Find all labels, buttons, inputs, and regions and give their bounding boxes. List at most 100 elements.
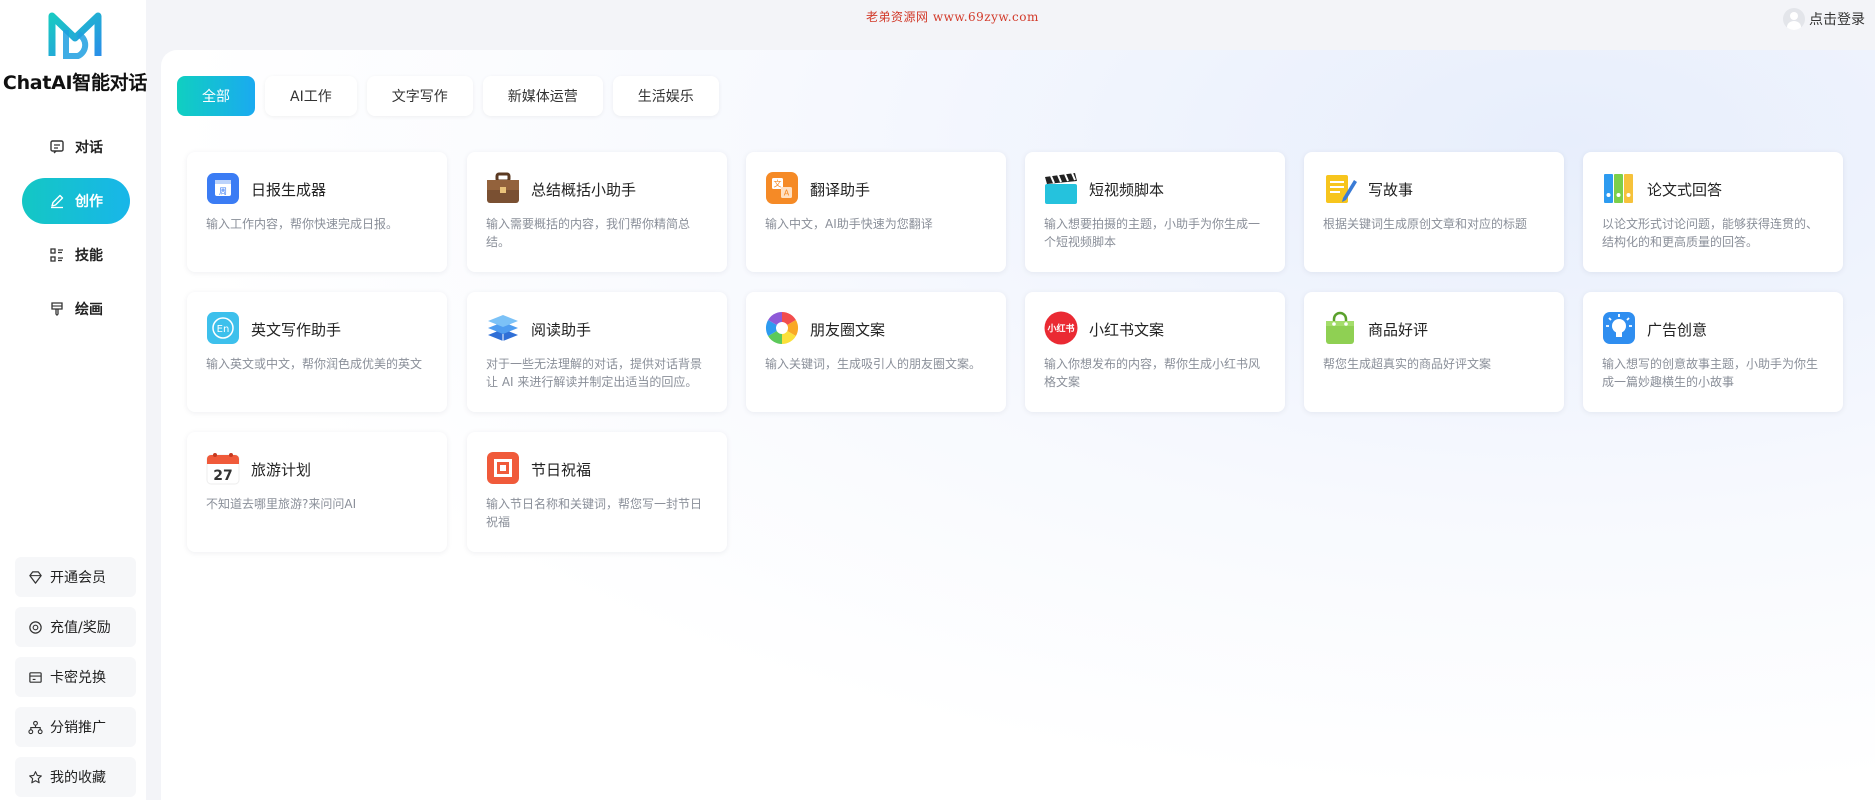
card-icon xyxy=(29,671,42,683)
chat-icon xyxy=(50,140,64,154)
redeem-card-label: 卡密兑换 xyxy=(50,670,106,686)
favorites-label: 我的收藏 xyxy=(50,770,106,786)
distribution-label: 分销推广 xyxy=(50,720,106,736)
login-button[interactable]: 点击登录 xyxy=(1783,8,1865,30)
nav-item-paint[interactable]: 绘画 xyxy=(22,286,130,332)
card-desc: 帮您生成超真实的商品好评文案 xyxy=(1323,357,1492,371)
lightbulb-icon xyxy=(1603,312,1635,344)
card-title: 短视频脚本 xyxy=(1089,181,1165,199)
notepad-pen-icon xyxy=(1326,175,1357,203)
card-short-video[interactable]: 短视频脚本 输入想要拍摄的主题，小助手为你生成一个短视频脚本 xyxy=(1025,152,1285,272)
shopping-bag-icon xyxy=(1326,311,1354,344)
redeem-card-button[interactable]: 卡密兑换 xyxy=(15,657,136,697)
calendar-icon: 27 xyxy=(206,453,240,485)
card-title: 日报生成器 xyxy=(251,181,327,199)
card-product-review[interactable]: 商品好评 帮您生成超真实的商品好评文案 xyxy=(1304,292,1564,412)
card-desc: 根据关键词生成原创文章和对应的标题 xyxy=(1323,217,1528,231)
watermark: 老弟资源网 www.69zyw.com xyxy=(866,10,1039,24)
svg-text:文: 文 xyxy=(774,179,782,189)
tab-new-media[interactable]: 新媒体运营 xyxy=(482,76,603,116)
card-desc: 输入关键词，生成吸引人的朋友圈文案。 xyxy=(765,357,982,371)
nav-item-skills[interactable]: 技能 xyxy=(22,232,130,278)
xiaohongshu-icon: 小红书 xyxy=(1044,311,1078,345)
card-desc: 输入需要概括的内容，我们帮你精简总结。 xyxy=(486,217,691,249)
card-title: 总结概括小助手 xyxy=(531,181,637,199)
card-desc: 输入英文或中文，帮你润色成优美的英文 xyxy=(206,357,423,371)
card-desc: 输入工作内容，帮你快速完成日报。 xyxy=(206,217,399,231)
card-ad-creative[interactable]: 广告创意 输入想写的创意故事主题，小助手为你生成一篇妙趣横生的小故事 xyxy=(1583,292,1843,412)
svg-text:27: 27 xyxy=(213,468,232,484)
translate-icon: 文A xyxy=(766,172,798,204)
tab-writing[interactable]: 文字写作 xyxy=(366,76,473,116)
card-title: 节日祝福 xyxy=(531,461,592,479)
nav-item-label: 绘画 xyxy=(75,302,103,318)
paint-brush-icon xyxy=(51,302,63,316)
card-travel-plan[interactable]: 27 旅游计划 不知道去哪里旅游?来问问AI xyxy=(187,432,447,552)
avatar-icon xyxy=(1783,8,1805,30)
card-title: 商品好评 xyxy=(1368,321,1429,339)
card-title: 广告创意 xyxy=(1647,321,1708,339)
briefcase-icon xyxy=(487,172,519,203)
svg-text:A: A xyxy=(784,189,790,198)
sidebar: ChatAI智能对话 对话 创作 技能 绘画 开通会员 充值/奖励 卡密兑换 分… xyxy=(0,0,147,800)
favorites-button[interactable]: 我的收藏 xyxy=(15,757,136,797)
card-xiaohongshu[interactable]: 小红书 小红书文案 输入你想发布的内容，帮你生成小红书风格文案 xyxy=(1025,292,1285,412)
network-icon xyxy=(28,720,43,734)
svg-text:En: En xyxy=(217,324,230,335)
card-title: 阅读助手 xyxy=(531,321,592,339)
card-holiday-greeting[interactable]: 节日祝福 输入节日名称和关键词，帮您写一封节日祝福 xyxy=(467,432,727,552)
card-moments[interactable]: 朋友圈文案 输入关键词，生成吸引人的朋友圈文案。 xyxy=(746,292,1006,412)
coin-icon xyxy=(29,620,42,634)
card-title: 论文式回答 xyxy=(1647,181,1723,199)
app-title: ChatAI智能对话 xyxy=(2,72,148,94)
edit-icon xyxy=(51,194,64,209)
nav-item-label: 技能 xyxy=(75,248,103,264)
card-translate[interactable]: 文A 翻译助手 输入中文，AI助手快速为您翻译 xyxy=(746,152,1006,272)
card-desc: 输入你想发布的内容，帮你生成小红书风格文案 xyxy=(1044,357,1261,389)
distribution-button[interactable]: 分销推广 xyxy=(15,707,136,747)
tab-lifestyle[interactable]: 生活娱乐 xyxy=(612,76,719,116)
card-desc: 输入节日名称和关键词，帮您写一封节日祝福 xyxy=(486,497,703,529)
english-icon: En xyxy=(207,312,239,344)
books-icon xyxy=(488,315,518,341)
recharge-button[interactable]: 充值/奖励 xyxy=(15,607,136,647)
category-tabs: 全部 AI工作 文字写作 新媒体运营 生活娱乐 xyxy=(177,76,729,116)
card-english-writing[interactable]: En 英文写作助手 输入英文或中文，帮你润色成优美的英文 xyxy=(187,292,447,412)
vip-button[interactable]: 开通会员 xyxy=(15,557,136,597)
card-story[interactable]: 写故事 根据关键词生成原创文章和对应的标题 xyxy=(1304,152,1564,272)
card-desc: 输入想要拍摄的主题，小助手为你生成一个短视频脚本 xyxy=(1044,217,1261,249)
card-desc: 输入中文，AI助手快速为您翻译 xyxy=(765,217,933,231)
nav-item-chat[interactable]: 对话 xyxy=(22,124,130,170)
card-desc: 不知道去哪里旅游?来问问AI xyxy=(206,497,357,511)
card-title: 小红书文案 xyxy=(1089,321,1165,339)
card-reading[interactable]: 阅读助手 对于一些无法理解的对话，提供对话背景让 AI 来进行解读并制定出适当的… xyxy=(467,292,727,412)
card-essay[interactable]: 论文式回答 以论文形式讨论问题，能够获得连贯的、结构化的和更高质量的回答。 xyxy=(1583,152,1843,272)
login-label: 点击登录 xyxy=(1809,12,1865,28)
card-summary[interactable]: 总结概括小助手 输入需要概括的内容，我们帮你精简总结。 xyxy=(467,152,727,272)
card-desc: 输入想写的创意故事主题，小助手为你生成一篇妙趣横生的小故事 xyxy=(1602,357,1819,389)
logo-icon xyxy=(48,12,102,59)
recharge-label: 充值/奖励 xyxy=(50,620,111,636)
clapperboard-icon xyxy=(1045,172,1077,204)
binders-icon xyxy=(1604,174,1633,203)
nav-item-label: 对话 xyxy=(75,140,103,156)
card-title: 旅游计划 xyxy=(251,461,312,479)
star-icon xyxy=(29,770,42,783)
nav-item-label: 创作 xyxy=(75,194,103,210)
card-title: 英文写作助手 xyxy=(251,321,342,339)
card-daily-report[interactable]: 周 日报生成器 输入工作内容，帮你快速完成日报。 xyxy=(187,152,447,272)
skills-icon xyxy=(50,248,63,262)
svg-text:小红书: 小红书 xyxy=(1046,323,1074,335)
main-panel: 全部 AI工作 文字写作 新媒体运营 生活娱乐 周 日报生成器 输入工作内容，帮… xyxy=(161,50,1875,800)
vip-label: 开通会员 xyxy=(50,570,106,586)
daily-report-icon: 周 xyxy=(207,173,239,204)
diamond-icon xyxy=(29,570,42,584)
card-desc: 以论文形式讨论问题，能够获得连贯的、结构化的和更高质量的回答。 xyxy=(1602,217,1819,249)
tab-ai-work[interactable]: AI工作 xyxy=(265,76,357,116)
tab-all[interactable]: 全部 xyxy=(177,76,255,116)
card-desc: 对于一些无法理解的对话，提供对话背景让 AI 来进行解读并制定出适当的回应。 xyxy=(486,357,703,389)
nav-item-create[interactable]: 创作 xyxy=(22,178,130,224)
greeting-card-icon xyxy=(487,452,519,484)
svg-text:周: 周 xyxy=(219,187,227,196)
aperture-icon xyxy=(765,311,799,345)
